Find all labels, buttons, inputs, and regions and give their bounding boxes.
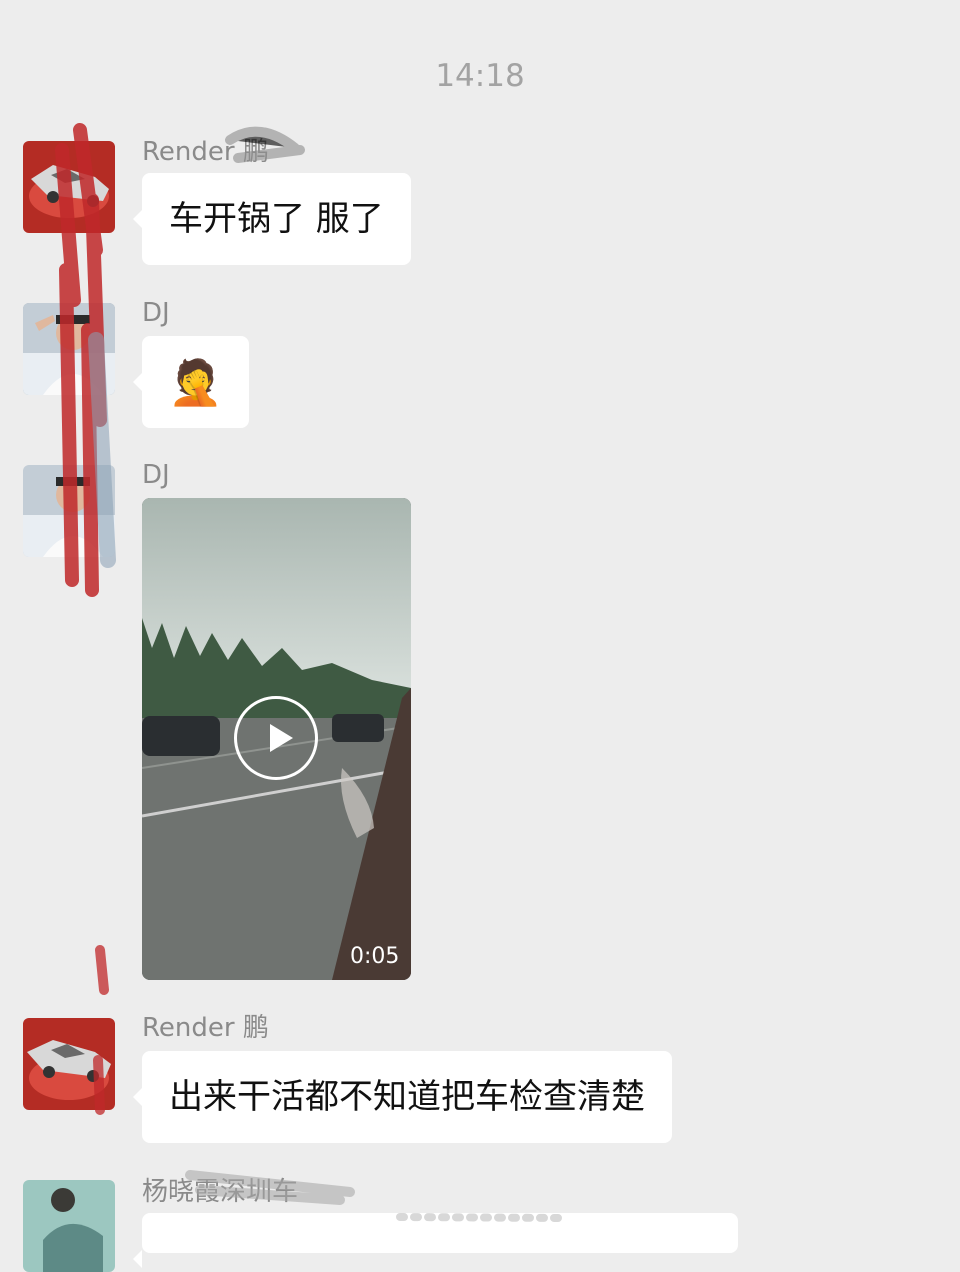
avatar-dj[interactable] (23, 303, 115, 395)
sender-name: Render 鹏 (142, 1013, 269, 1043)
sender-name: 杨晓霞深圳车 (142, 1177, 299, 1207)
facepalm-emoji: 🤦 (168, 357, 223, 409)
play-icon (270, 724, 293, 752)
avatar-partial[interactable] (23, 1180, 115, 1272)
avatar-car-image (23, 1018, 115, 1110)
message-bubble[interactable]: 车开锅了 服了 (133, 173, 411, 265)
avatar-person-image (23, 1180, 115, 1272)
avatar-car-image (23, 141, 115, 233)
message-bubble[interactable]: 出来干活都不知道把车检查清楚 (133, 1051, 672, 1143)
play-button[interactable] (234, 696, 318, 780)
sender-name: Render 鹏 (142, 137, 269, 167)
emoji-bubble[interactable]: 🤦 (133, 336, 249, 428)
sender-name: DJ (142, 460, 170, 490)
avatar-render[interactable] (23, 141, 115, 233)
message-bubble-partial[interactable] (133, 1213, 738, 1268)
avatar-dj[interactable] (23, 465, 115, 557)
avatar-person-image (23, 465, 115, 557)
chat-timestamp: 14:18 (435, 58, 525, 94)
video-duration: 0:05 (350, 944, 400, 969)
avatar-render[interactable] (23, 1018, 115, 1110)
avatar-person-image (23, 303, 115, 395)
sender-name: DJ (142, 298, 170, 328)
